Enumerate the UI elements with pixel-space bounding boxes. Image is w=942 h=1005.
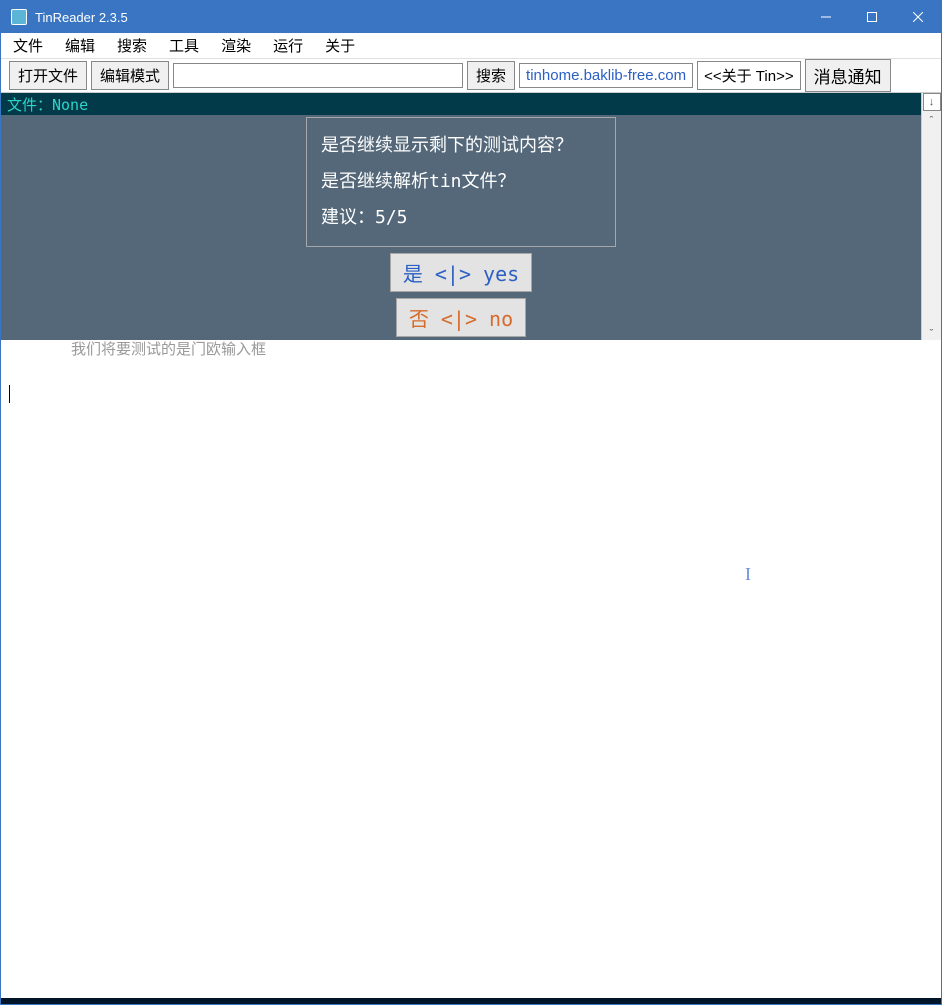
dialog-message-box: 是否继续显示剩下的测试内容？ 是否继续解析tin文件？ 建议：5/5	[306, 117, 616, 247]
text-caret	[9, 385, 10, 403]
menu-edit[interactable]: 编辑	[65, 35, 95, 56]
ibeam-cursor-icon: I	[745, 564, 755, 582]
menu-tools[interactable]: 工具	[169, 35, 199, 56]
window-title: TinReader 2.3.5	[35, 10, 803, 25]
app-icon	[11, 9, 27, 25]
window-controls	[803, 1, 941, 33]
menu-file[interactable]: 文件	[13, 35, 43, 56]
dialog-line-1: 是否继续显示剩下的测试内容？	[321, 128, 601, 164]
menubar: 文件 编辑 搜索 工具 渲染 运行 关于	[1, 33, 941, 59]
editor-area[interactable]: I	[1, 369, 941, 998]
app-window: TinReader 2.3.5 文件 编辑 搜索 工具 渲染 运行 关于 打开文…	[0, 0, 942, 1005]
scroll-down-toggle[interactable]: ↓	[921, 93, 941, 115]
dialog-row: 是否继续显示剩下的测试内容？ 是否继续解析tin文件？ 建议：5/5 是 <|>…	[1, 115, 941, 340]
edit-mode-button[interactable]: 编辑模式	[91, 61, 169, 90]
menu-render[interactable]: 渲染	[221, 35, 251, 56]
notify-button[interactable]: 消息通知	[805, 59, 891, 92]
minimize-button[interactable]	[803, 1, 849, 33]
dialog-yes-button[interactable]: 是 <|> yes	[390, 253, 532, 292]
search-button[interactable]: 搜索	[467, 61, 515, 90]
faded-content-text: 我们将要测试的是门欧输入框	[1, 334, 941, 363]
close-button[interactable]	[895, 1, 941, 33]
scroll-up-icon: ˆ	[930, 115, 934, 127]
toolbar: 打开文件 编辑模式 搜索 tinhome.baklib-free.com <<关…	[1, 59, 941, 93]
dialog-panel: 是否继续显示剩下的测试内容？ 是否继续解析tin文件？ 建议：5/5 是 <|>…	[1, 115, 921, 340]
search-input[interactable]	[173, 63, 463, 88]
maximize-button[interactable]	[849, 1, 895, 33]
dialog-scrollbar[interactable]: ˆ ˇ	[921, 115, 941, 340]
open-file-button[interactable]: 打开文件	[9, 61, 87, 90]
dialog-line-2: 是否继续解析tin文件？	[321, 164, 601, 200]
file-status-bar: 文件：None	[1, 93, 921, 115]
dialog-no-button[interactable]: 否 <|> no	[396, 298, 526, 337]
titlebar: TinReader 2.3.5	[1, 1, 941, 33]
menu-run[interactable]: 运行	[273, 35, 303, 56]
home-link[interactable]: tinhome.baklib-free.com	[519, 63, 693, 88]
bottom-bar	[1, 998, 941, 1004]
menu-about[interactable]: 关于	[325, 35, 355, 56]
dialog-line-3: 建议：5/5	[321, 200, 601, 236]
menu-search[interactable]: 搜索	[117, 35, 147, 56]
about-tin-button[interactable]: <<关于 Tin>>	[697, 61, 801, 90]
arrow-down-icon: ↓	[923, 93, 941, 111]
